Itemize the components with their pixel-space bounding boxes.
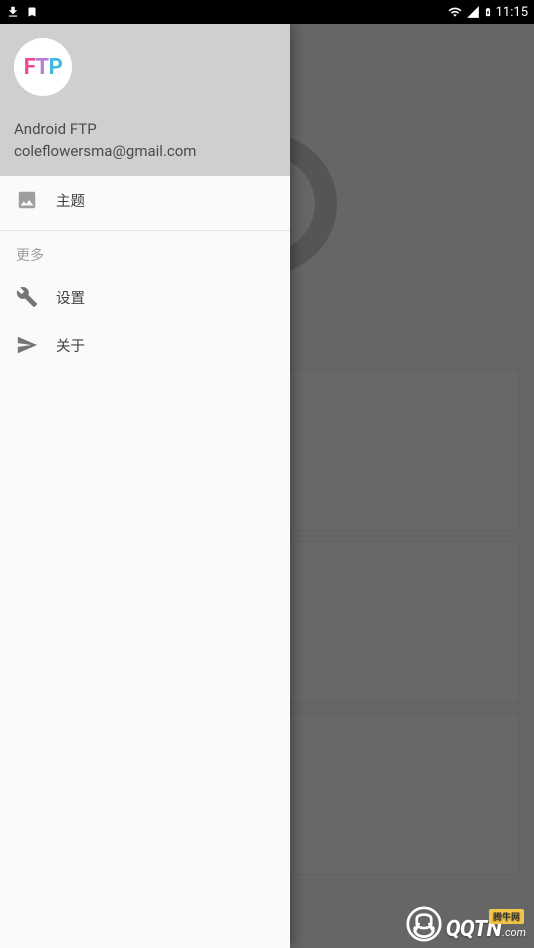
watermark-badge: 腾牛网 bbox=[489, 909, 524, 924]
watermark-suffix: .com bbox=[502, 926, 526, 939]
wifi-icon bbox=[447, 5, 463, 19]
battery-icon bbox=[483, 4, 493, 20]
drawer-item-theme[interactable]: 主题 bbox=[0, 176, 290, 224]
avatar-text: FTP bbox=[24, 55, 63, 80]
drawer-header: FTP Android FTP coleflowersma@gmail.com bbox=[0, 24, 290, 176]
drawer-item-label: 主题 bbox=[56, 190, 85, 211]
wrench-icon bbox=[16, 286, 52, 308]
watermark-logo-icon bbox=[406, 906, 442, 942]
watermark-text: 腾牛网 QQTN .com bbox=[446, 917, 526, 942]
status-right: 11:15 bbox=[447, 4, 528, 20]
signal-icon bbox=[466, 5, 480, 19]
navigation-drawer: FTP Android FTP coleflowersma@gmail.com … bbox=[0, 24, 290, 948]
bookmark-icon bbox=[26, 6, 38, 18]
image-icon bbox=[16, 189, 52, 211]
status-left bbox=[6, 5, 38, 19]
screen: 11:15 FTP Android FTP coleflowersma@gmai… bbox=[0, 0, 534, 948]
send-icon bbox=[16, 334, 52, 356]
watermark: 腾牛网 QQTN .com bbox=[406, 906, 526, 942]
app-email: coleflowersma@gmail.com bbox=[14, 142, 276, 160]
drawer-item-settings[interactable]: 设置 bbox=[0, 273, 290, 321]
drawer-item-label: 关于 bbox=[56, 335, 85, 356]
status-time: 11:15 bbox=[496, 5, 528, 20]
section-header-more: 更多 bbox=[0, 231, 290, 273]
download-icon bbox=[6, 5, 20, 19]
avatar: FTP bbox=[14, 38, 72, 96]
drawer-item-label: 设置 bbox=[56, 287, 85, 308]
status-bar: 11:15 bbox=[0, 0, 534, 24]
app-name: Android FTP bbox=[14, 120, 276, 138]
drawer-list: 主题 更多 设置 关于 bbox=[0, 176, 290, 948]
drawer-item-about[interactable]: 关于 bbox=[0, 321, 290, 369]
